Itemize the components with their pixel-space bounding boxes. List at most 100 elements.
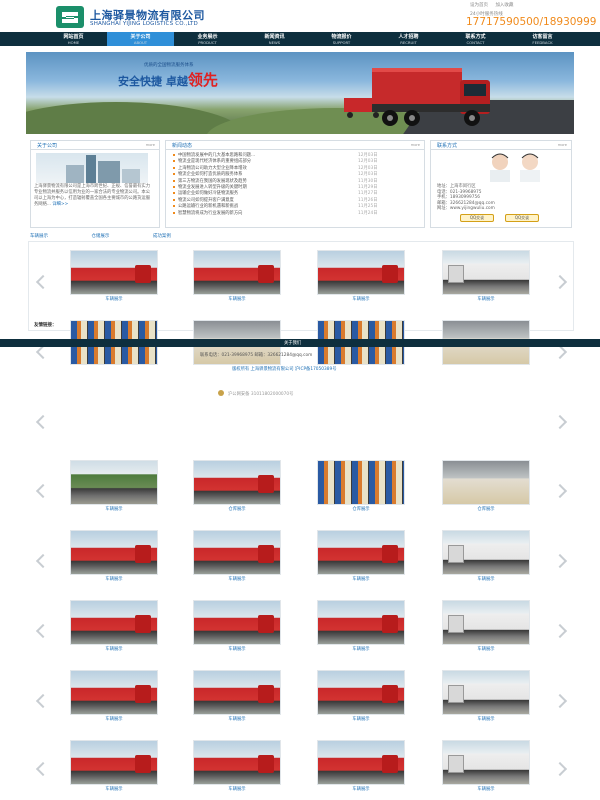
gallery-caption[interactable]: 车辆展示	[193, 716, 281, 722]
prev-arrow-icon[interactable]	[34, 554, 44, 568]
next-arrow-icon[interactable]	[556, 624, 566, 638]
gallery-caption[interactable]: 仓库展示	[317, 506, 405, 512]
about-detail-link[interactable]: 详细>>	[52, 202, 68, 207]
banner-slogan-big: 领先	[187, 71, 218, 89]
gallery-thumbnail[interactable]	[70, 460, 158, 505]
prev-arrow-icon[interactable]	[34, 484, 44, 498]
prev-arrow-icon[interactable]	[34, 275, 44, 289]
gallery-caption[interactable]: 车辆展示	[193, 296, 281, 302]
tab-vehicles[interactable]: 车辆展示	[30, 234, 48, 239]
add-favorite-link[interactable]: 加入收藏	[495, 3, 513, 8]
gallery-caption[interactable]: 车辆展示	[442, 646, 530, 652]
prev-arrow-icon[interactable]	[34, 345, 44, 359]
gallery-thumbnail[interactable]	[70, 250, 158, 295]
gallery-caption[interactable]: 车辆展示	[70, 506, 158, 512]
prev-arrow-icon[interactable]	[34, 694, 44, 708]
gallery-thumbnail[interactable]	[317, 460, 405, 505]
gallery-thumbnail[interactable]	[70, 740, 158, 785]
next-arrow-icon[interactable]	[556, 275, 566, 289]
qq-chat-button-1[interactable]: QQ交谈	[460, 214, 494, 222]
nav-item-home[interactable]: 网站首页 HOME	[40, 32, 107, 46]
nav-item-product[interactable]: 业务展示 PRODUCT	[174, 32, 241, 46]
gallery-caption[interactable]: 车辆展示	[193, 786, 281, 792]
footer-police: 沪公网安备 31011802000070号	[228, 392, 294, 397]
logo-icon[interactable]	[56, 6, 84, 28]
nav-item-recruit[interactable]: 人才招聘 RECRUIT	[375, 32, 442, 46]
nav-item-support[interactable]: 物流报价 SUPPORT	[308, 32, 375, 46]
gallery-thumbnail[interactable]	[442, 740, 530, 785]
gallery-caption[interactable]: 车辆展示	[193, 646, 281, 652]
gallery-caption[interactable]: 车辆展示	[193, 576, 281, 582]
gallery-thumbnail[interactable]	[317, 740, 405, 785]
nav-item-news[interactable]: 新闻资讯 NEWS	[241, 32, 308, 46]
next-arrow-icon[interactable]	[556, 415, 566, 429]
gallery-caption[interactable]: 车辆展示	[442, 296, 530, 302]
news-item-title: 第三方物流在我国的发展现状及趋势	[178, 178, 247, 184]
gallery-thumbnail[interactable]	[442, 670, 530, 715]
gallery-thumbnail[interactable]	[70, 670, 158, 715]
qq-chat-button-2[interactable]: QQ交谈	[505, 214, 539, 222]
contact-more-link[interactable]: more	[558, 143, 567, 147]
gallery-thumbnail[interactable]	[442, 530, 530, 575]
gallery-caption[interactable]: 仓库展示	[442, 506, 530, 512]
gallery-thumbnail[interactable]	[317, 670, 405, 715]
gallery-caption[interactable]: 车辆展示	[317, 646, 405, 652]
gallery-caption[interactable]: 车辆展示	[317, 296, 405, 302]
news-item-title: 中国物流发展中的几大基本思路和问题...	[178, 153, 256, 158]
next-arrow-icon[interactable]	[556, 484, 566, 498]
nav-item-feedback[interactable]: 访客留言 FEEDBACK	[509, 32, 576, 46]
contact-line: 网址：www.yijingwuliu.com	[437, 206, 495, 212]
gallery-caption[interactable]: 车辆展示	[70, 786, 158, 792]
gallery-caption[interactable]: 车辆展示	[70, 296, 158, 302]
news-item-title: 物流企业如何打造优质的服务体系	[178, 172, 243, 178]
gallery-thumbnail[interactable]	[193, 740, 281, 785]
next-arrow-icon[interactable]	[556, 694, 566, 708]
gallery-thumbnail[interactable]	[442, 600, 530, 645]
tab-cases[interactable]: 成功案例	[153, 234, 171, 239]
gallery-thumbnail[interactable]	[193, 670, 281, 715]
nav-item-about[interactable]: 关于公司 ABOUT	[107, 32, 174, 46]
next-arrow-icon[interactable]	[556, 345, 566, 359]
news-item[interactable]: 智慧物流将成为行业发展的新方向 11月24日	[170, 210, 425, 216]
news-item-date: 11月30日	[358, 178, 378, 184]
gallery-caption[interactable]: 车辆展示	[70, 646, 158, 652]
news-item-title: 物流公司如何提升客户满意度	[178, 197, 234, 203]
about-more-link[interactable]: more	[146, 143, 155, 147]
gallery-caption[interactable]: 车辆展示	[442, 716, 530, 722]
nav-label-cn: 网站首页	[63, 34, 84, 40]
gallery-thumbnail[interactable]	[193, 250, 281, 295]
prev-arrow-icon[interactable]	[34, 415, 44, 429]
gallery-thumbnail[interactable]	[193, 460, 281, 505]
gallery-thumbnail[interactable]	[317, 250, 405, 295]
gallery-thumbnail[interactable]	[70, 530, 158, 575]
nav-label-cn: 物流报价	[331, 34, 352, 40]
hero-banner: 优质的全国物流服务体系 安全快捷 卓越领先	[26, 52, 574, 134]
gallery-caption[interactable]: 仓库展示	[193, 506, 281, 512]
set-homepage-link[interactable]: 设为首页	[470, 3, 488, 8]
gallery-thumbnail[interactable]	[70, 600, 158, 645]
next-arrow-icon[interactable]	[556, 762, 566, 776]
gallery-caption[interactable]: 车辆展示	[317, 786, 405, 792]
gallery-caption[interactable]: 车辆展示	[70, 716, 158, 722]
news-list: 中国物流发展中的几大基本思路和问题... 12月03日 物流业是现代经济体系的重要组…	[170, 152, 425, 216]
gallery-thumbnail[interactable]	[442, 250, 530, 295]
next-arrow-icon[interactable]	[556, 554, 566, 568]
gallery-caption[interactable]: 车辆展示	[317, 716, 405, 722]
nav-item-contact[interactable]: 联系方式 CONTACT	[442, 32, 509, 46]
gallery-caption[interactable]: 车辆展示	[442, 786, 530, 792]
prev-arrow-icon[interactable]	[34, 624, 44, 638]
news-more-link[interactable]: more	[411, 143, 420, 147]
gallery-caption[interactable]: 车辆展示	[70, 576, 158, 582]
tab-warehouse[interactable]: 仓储展示	[91, 234, 109, 239]
gallery-thumbnail[interactable]	[317, 530, 405, 575]
footer-contact: 联系电话：021-39968975 邮箱：326621284@qq.com	[200, 353, 313, 358]
gallery-caption[interactable]: 车辆展示	[317, 576, 405, 582]
gallery-thumbnail[interactable]	[193, 600, 281, 645]
gallery-thumbnail[interactable]	[317, 600, 405, 645]
news-item-date: 12月03日	[358, 165, 378, 171]
prev-arrow-icon[interactable]	[34, 762, 44, 776]
gallery-caption[interactable]: 车辆展示	[442, 576, 530, 582]
news-item-title: 公路运输行业的新机遇和新挑战	[178, 204, 239, 210]
gallery-thumbnail[interactable]	[442, 460, 530, 505]
gallery-thumbnail[interactable]	[193, 530, 281, 575]
